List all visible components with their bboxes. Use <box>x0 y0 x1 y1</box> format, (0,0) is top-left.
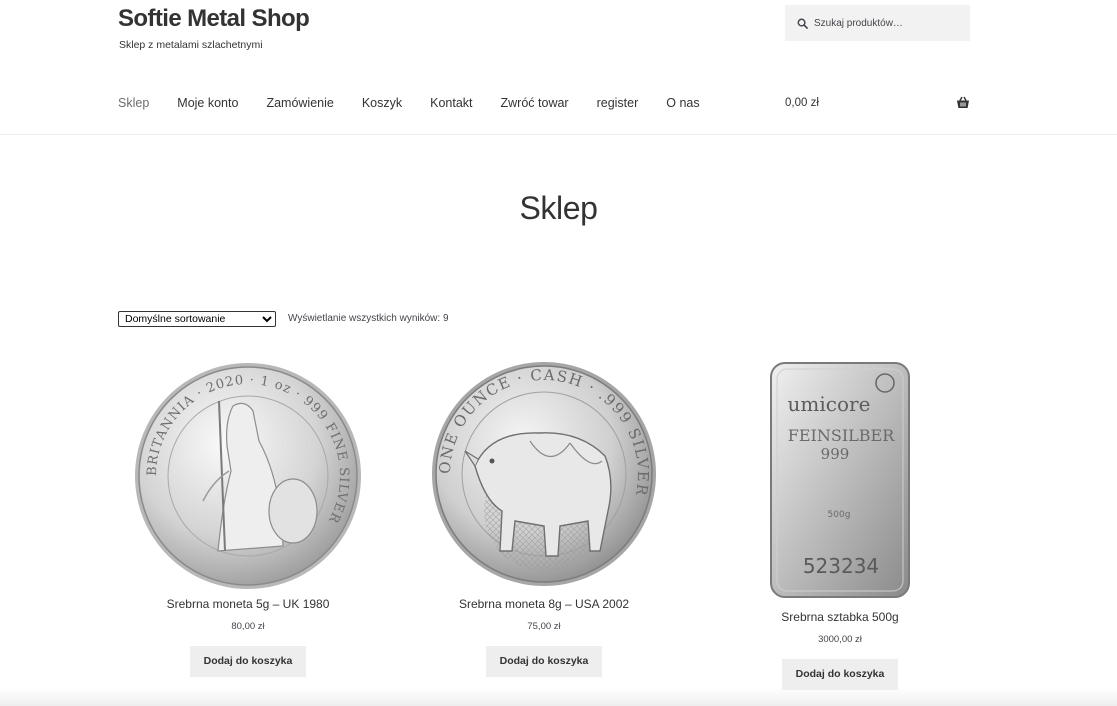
product-title[interactable]: Srebrna moneta 5g – UK 1980 <box>118 597 378 611</box>
search-input[interactable] <box>814 17 964 29</box>
nav-item-kontakt[interactable]: Kontakt <box>430 96 472 110</box>
svg-text:999: 999 <box>821 445 850 463</box>
site-tagline: Sklep z metalami szlachetnymi <box>119 39 263 51</box>
nav-item-moje-konto[interactable]: Moje konto <box>177 96 238 110</box>
page-title: Sklep <box>519 190 598 226</box>
basket-icon[interactable] <box>956 96 970 109</box>
sort-select[interactable]: Domyślne sortowanie <box>118 311 276 327</box>
header-cart[interactable]: 0,00 zł <box>785 96 970 109</box>
nav-item-zwroc-towar[interactable]: Zwróć towar <box>501 96 569 110</box>
product-search[interactable] <box>785 5 970 41</box>
add-to-cart-button[interactable]: Dodaj do koszyka <box>486 646 602 677</box>
product-price: 75,00 zł <box>527 621 561 632</box>
cart-total[interactable]: 0,00 zł <box>785 97 819 109</box>
umicore-bar-image[interactable]: umicore FEINSILBER 999 500g 523234 <box>769 361 911 601</box>
site-title[interactable]: Softie Metal Shop <box>118 5 310 33</box>
svg-text:umicore: umicore <box>788 392 871 416</box>
product-title[interactable]: Srebrna moneta 8g – USA 2002 <box>414 597 674 611</box>
product-price: 3000,00 zł <box>818 634 862 645</box>
primary-nav: Sklep Moje konto Zamówienie Koszyk Konta… <box>118 96 728 110</box>
rhino-coin-image[interactable]: ONE OUNCE · CASH · .999 SILVER <box>430 361 658 587</box>
product-price: 80,00 zł <box>231 621 265 632</box>
svg-text:FEINSILBER: FEINSILBER <box>788 426 895 445</box>
add-to-cart-button[interactable]: Dodaj do koszyka <box>782 659 898 690</box>
svg-text:500g: 500g <box>828 510 851 520</box>
svg-text:523234: 523234 <box>803 554 879 578</box>
product-card: BRITANNIA · 2020 · 1 oz · 999 FINE SILVE… <box>118 361 378 677</box>
nav-item-o-nas[interactable]: O nas <box>666 96 699 110</box>
product-title[interactable]: Srebrna sztabka 500g <box>710 610 970 624</box>
britannia-coin-image[interactable]: BRITANNIA · 2020 · 1 oz · 999 FINE SILVE… <box>133 361 363 591</box>
header-divider <box>0 134 1117 135</box>
nav-item-register[interactable]: register <box>597 96 639 110</box>
bottom-scroll-shadow <box>0 688 1117 706</box>
result-count: Wyświetlanie wszystkich wyników: 9 <box>288 313 449 324</box>
nav-item-koszyk[interactable]: Koszyk <box>362 96 402 110</box>
nav-item-zamowienie[interactable]: Zamówienie <box>266 96 333 110</box>
product-card: ONE OUNCE · CASH · .999 SILVER Srebrna m… <box>414 361 674 677</box>
product-card: umicore FEINSILBER 999 500g 523234 Srebr… <box>710 361 970 690</box>
add-to-cart-button[interactable]: Dodaj do koszyka <box>190 646 306 677</box>
search-icon <box>797 18 808 29</box>
nav-item-sklep[interactable]: Sklep <box>118 96 149 110</box>
